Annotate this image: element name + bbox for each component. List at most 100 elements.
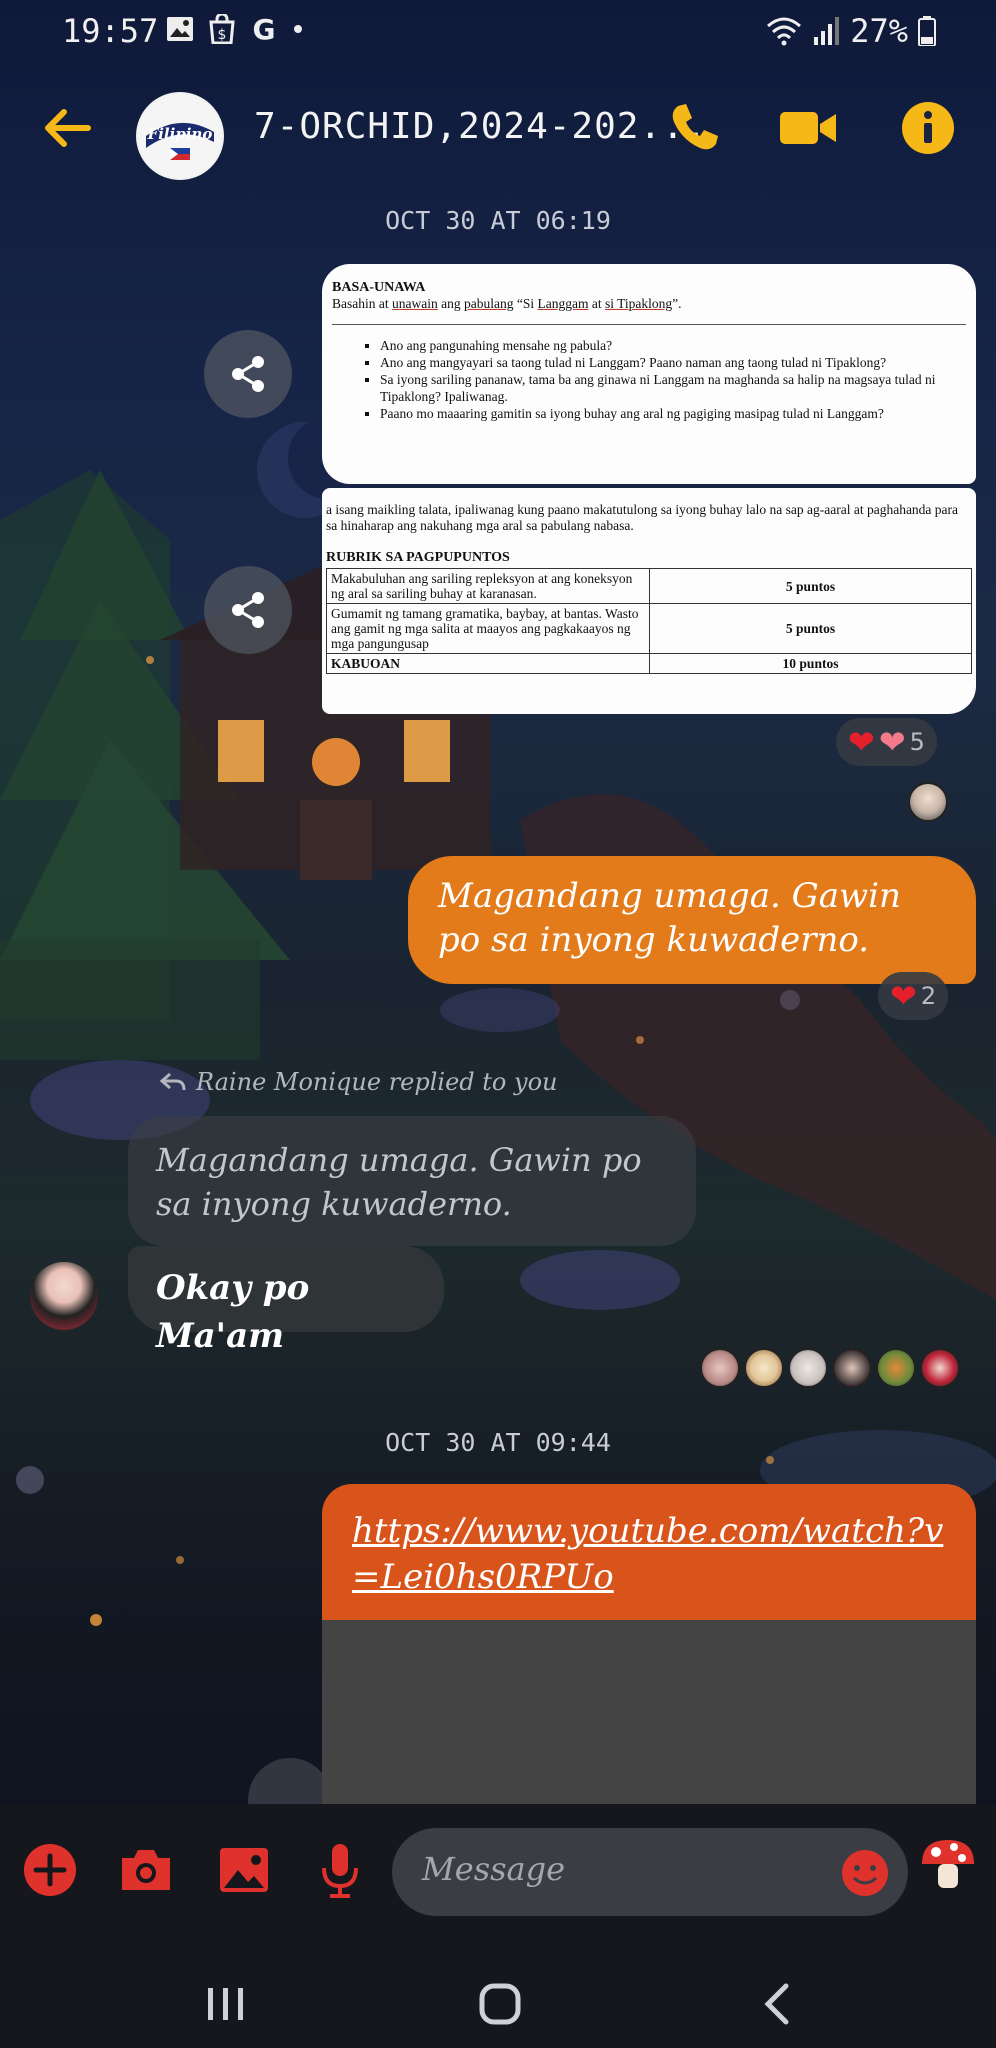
phone-icon	[672, 104, 718, 150]
gallery-icon	[220, 1848, 268, 1892]
battery-icon	[918, 16, 936, 46]
camera-button[interactable]	[116, 1840, 176, 1900]
seen-avatar	[908, 782, 948, 822]
date-separator: OCT 30 AT 06:19	[385, 206, 611, 235]
doc-paragraph: a isang maikling talata, ipaliwanag kung…	[326, 502, 959, 533]
gallery-button[interactable]	[214, 1840, 274, 1900]
rubric-table: Makabuluhan ang sariling repleksyon at a…	[326, 568, 972, 674]
home-button[interactable]	[470, 1974, 530, 2034]
home-icon	[479, 1983, 521, 2025]
seen-avatar	[744, 1348, 784, 1388]
reply-indicator: Raine Monique replied to you	[160, 1068, 557, 1096]
seen-avatar	[832, 1348, 872, 1388]
link-preview[interactable]	[322, 1620, 976, 1804]
notification-icons: $ G	[166, 14, 304, 44]
status-time: 19:57	[62, 12, 159, 50]
outgoing-message[interactable]: Magandang umaga. Gawin po sa inyong kuwa…	[408, 856, 976, 984]
quoted-message[interactable]: Magandang umaga. Gawin po sa inyong kuwa…	[128, 1116, 696, 1246]
quick-reaction-button[interactable]	[918, 1834, 978, 1894]
share-icon	[232, 592, 264, 628]
svg-text:G: G	[253, 15, 276, 43]
doc-divider	[332, 324, 966, 325]
doc-question: Sa iyong sariling pananaw, tama ba ang g…	[380, 371, 966, 405]
shop-notification-icon: $	[209, 14, 235, 44]
image-attachment[interactable]: a isang maikling talata, ipaliwanag kung…	[322, 488, 976, 714]
reaction-count: 5	[909, 728, 925, 756]
link-bubble[interactable]: https://www.youtube.com/watch?v=Lei0hs0R…	[322, 1484, 976, 1620]
status-bar: 19:57 $ G 27%	[0, 0, 996, 64]
table-row: KABUOAN 10 puntos	[326, 653, 972, 674]
share-button[interactable]	[204, 330, 292, 418]
microphone-icon	[322, 1844, 358, 1898]
composer-bar: Message	[0, 1804, 996, 2048]
system-navigation-bar	[0, 1954, 996, 2048]
back-icon	[764, 1983, 789, 2025]
reaction-summary[interactable]: ❤ ❤ 5	[836, 718, 937, 766]
heart-icon: ❤	[848, 723, 875, 761]
svg-text:$: $	[218, 27, 227, 43]
chat-header: Filipino 7-ORCHID,2024-202...	[0, 76, 996, 180]
doc-question: Paano mo maaaring gamitin sa iyong buhay…	[380, 405, 966, 422]
rubric-points: 5 puntos	[649, 568, 972, 604]
voice-button[interactable]	[310, 1840, 370, 1900]
recent-apps-button[interactable]	[196, 1974, 256, 2034]
reaction-summary[interactable]: ❤ 2	[878, 972, 949, 1020]
battery-percent: 27%	[850, 12, 908, 50]
info-icon	[902, 102, 954, 154]
rubric-points: 10 puntos	[649, 653, 972, 674]
avatar[interactable]	[30, 1262, 98, 1330]
wifi-icon	[767, 17, 802, 46]
message-placeholder: Message	[422, 1850, 566, 1888]
emoji-icon	[842, 1850, 888, 1896]
back-button[interactable]	[40, 100, 96, 156]
table-row: Gumamit ng tamang gramatika, baybay, at …	[326, 603, 972, 654]
rubric-points: 5 puntos	[649, 603, 972, 654]
date-separator: OCT 30 AT 09:44	[385, 1428, 611, 1457]
share-icon	[232, 356, 264, 392]
emoji-button[interactable]	[840, 1848, 890, 1898]
seen-avatar	[876, 1348, 916, 1388]
heart-outline-icon: ❤	[878, 723, 906, 761]
rubric-title: RUBRIK SA PAGPUPUNTOS	[326, 550, 510, 565]
google-notification-icon: G	[253, 15, 276, 43]
reply-arrow-icon	[160, 1072, 186, 1091]
image-attachment[interactable]: BASA-UNAWA Basahin at unawain ang pabula…	[322, 264, 976, 484]
back-arrow-icon	[45, 109, 91, 147]
mushroom-icon	[922, 1840, 974, 1888]
filipino-logo-icon: Filipino	[138, 94, 222, 178]
incoming-message[interactable]: Okay po Ma'am	[128, 1246, 444, 1356]
doc-title: BASA-UNAWA	[332, 280, 426, 295]
video-camera-icon	[780, 112, 836, 144]
group-avatar[interactable]: Filipino	[136, 92, 224, 180]
doc-question: Ano ang mangyayari sa taong tulad ni Lan…	[380, 354, 966, 371]
conversation-title[interactable]: 7-ORCHID,2024-202...	[254, 106, 707, 147]
image-notification-icon	[167, 17, 193, 41]
rubric-criteria: KABUOAN	[326, 653, 650, 674]
link-url[interactable]: https://www.youtube.com/watch?v=Lei0hs0R…	[352, 1508, 946, 1600]
table-row: Makabuluhan ang sariling repleksyon at a…	[326, 568, 972, 604]
seen-avatar	[788, 1348, 828, 1388]
share-button[interactable]	[204, 566, 292, 654]
add-button[interactable]	[20, 1840, 80, 1900]
doc-question: Ano ang pangunahing mensahe ng pabula?	[380, 337, 966, 354]
recent-apps-icon	[208, 1988, 243, 2020]
reaction-count: 2	[920, 982, 937, 1010]
rubric-criteria: Gumamit ng tamang gramatika, baybay, at …	[326, 603, 650, 654]
message-input[interactable]: Message	[392, 1828, 908, 1916]
dot-icon	[294, 25, 302, 33]
add-icon	[24, 1844, 76, 1896]
info-button[interactable]	[898, 98, 958, 158]
video-call-button[interactable]	[778, 98, 838, 158]
seen-avatar	[920, 1348, 960, 1388]
doc-question-list: Ano ang pangunahing mensahe ng pabula? A…	[380, 337, 966, 422]
heart-icon: ❤	[890, 977, 917, 1015]
nav-back-button[interactable]	[748, 1974, 808, 2034]
system-status: 27%	[766, 12, 936, 50]
avatar-text: Filipino	[147, 125, 213, 143]
link-message[interactable]: https://www.youtube.com/watch?v=Lei0hs0R…	[322, 1484, 976, 1804]
seen-avatar	[700, 1348, 740, 1388]
camera-icon	[122, 1850, 170, 1890]
call-button[interactable]	[664, 98, 724, 158]
signal-icon	[814, 17, 840, 45]
doc-instruction: Basahin at unawain ang pabulang “Si Lang…	[332, 296, 682, 311]
